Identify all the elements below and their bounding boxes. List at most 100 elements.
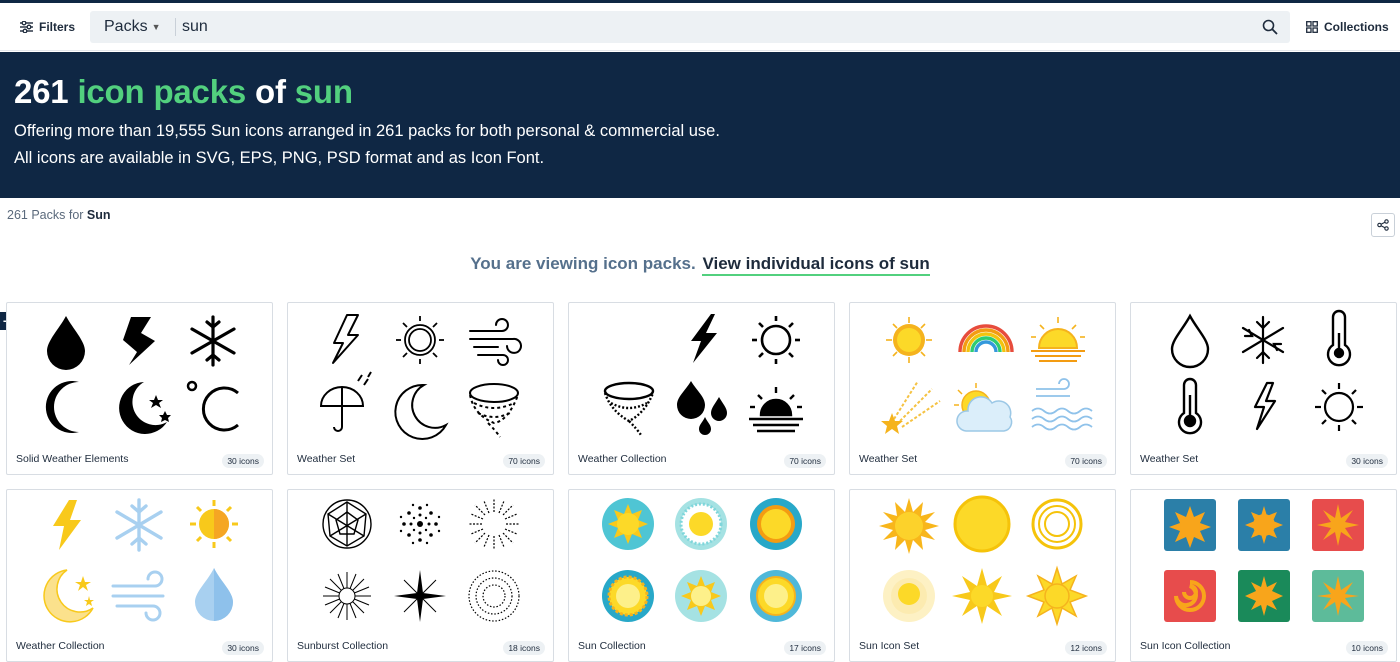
filters-button[interactable]: Filters bbox=[12, 11, 84, 43]
pack-card[interactable]: Sun Collection 17 icons bbox=[568, 489, 835, 662]
pack-name: Sunburst Collection bbox=[297, 640, 389, 652]
share-button[interactable] bbox=[1371, 213, 1395, 237]
collections-button[interactable]: Collections bbox=[1306, 11, 1389, 43]
pack-name: Weather Collection bbox=[578, 453, 667, 465]
sun-spiky-icon bbox=[879, 498, 939, 554]
pack-preview bbox=[319, 314, 522, 440]
sunset-color-icon bbox=[1031, 317, 1085, 362]
pack-count-badge: 12 icons bbox=[1065, 641, 1107, 655]
pack-name: Weather Set bbox=[859, 453, 918, 465]
sun-color-icon bbox=[886, 317, 932, 363]
sun-tile-icon bbox=[1164, 570, 1216, 622]
raindrops-icon bbox=[677, 381, 727, 435]
pack-count-badge: 30 icons bbox=[222, 641, 264, 655]
sun-glow-icon bbox=[883, 570, 935, 622]
sun-star-outline-icon bbox=[1025, 565, 1089, 627]
caret-down-icon: ▼ bbox=[151, 22, 161, 32]
moon-stars-icon bbox=[119, 382, 171, 434]
pack-preview bbox=[1164, 499, 1364, 622]
sun-tile-icon bbox=[1312, 570, 1364, 622]
sun-badge-icon bbox=[750, 498, 802, 550]
sun-disc-icon bbox=[953, 495, 1011, 553]
search-type-dropdown[interactable]: Packs ▼ bbox=[104, 11, 161, 43]
viewing-notice: You are viewing icon packs. View individ… bbox=[0, 254, 1400, 276]
pack-card[interactable]: Weather Set 30 icons bbox=[1130, 302, 1397, 475]
pack-count-badge: 10 icons bbox=[1346, 641, 1388, 655]
grid-icon bbox=[1306, 21, 1318, 33]
moon-icon bbox=[608, 317, 655, 361]
sun-badge-icon bbox=[675, 498, 727, 550]
sun-tile-icon bbox=[1164, 499, 1216, 551]
lightning-icon bbox=[691, 314, 717, 363]
pack-name: Weather Collection bbox=[16, 640, 105, 652]
sun-tile-icon bbox=[1238, 570, 1290, 622]
geodesic-sphere-icon bbox=[322, 499, 372, 549]
sun-outline-icon bbox=[1315, 383, 1363, 431]
sun-badge-icon bbox=[602, 570, 654, 622]
pack-name: Sun Collection bbox=[578, 640, 646, 652]
tornado-icon bbox=[603, 381, 655, 436]
sun-badge-icon bbox=[675, 570, 727, 622]
search-separator bbox=[175, 18, 176, 36]
sunburst-lines-icon bbox=[323, 572, 371, 620]
sun-badge-icon bbox=[750, 570, 802, 622]
pack-preview bbox=[602, 498, 802, 622]
page-title: 261 icon packs of sun bbox=[14, 73, 353, 110]
hero-banner: 261 icon packs of sun Offering more than… bbox=[0, 52, 1400, 198]
celsius-icon bbox=[186, 380, 239, 432]
sun-half-color-icon bbox=[190, 500, 238, 548]
pack-preview bbox=[881, 317, 1093, 434]
top-bar: Filters Packs ▼ Collections bbox=[0, 3, 1400, 51]
pack-name: Solid Weather Elements bbox=[16, 453, 129, 465]
star-burst-icon bbox=[394, 570, 446, 622]
collections-label: Collections bbox=[1324, 20, 1389, 34]
lightning-outline-icon bbox=[332, 314, 359, 364]
pack-count-badge: 30 icons bbox=[1346, 454, 1388, 468]
pack-card[interactable]: Sun Icon Collection 10 icons bbox=[1130, 489, 1397, 662]
results-count: 261 Packs for Sun bbox=[7, 208, 111, 222]
pack-count-badge: 30 icons bbox=[222, 454, 264, 468]
share-icon bbox=[1377, 219, 1389, 231]
pack-name: Sun Icon Collection bbox=[1140, 640, 1231, 652]
lightning-outline-icon bbox=[1253, 381, 1277, 431]
pack-preview bbox=[603, 314, 803, 436]
search-type-label: Packs bbox=[104, 18, 148, 35]
pack-card[interactable]: Weather Set 70 icons bbox=[287, 302, 554, 475]
pack-count-badge: 70 icons bbox=[503, 454, 545, 468]
pack-name: Sun Icon Set bbox=[859, 640, 920, 652]
wind-color-icon bbox=[111, 570, 165, 622]
sun-icon bbox=[752, 316, 800, 364]
tornado-icon bbox=[469, 383, 519, 438]
snowflake-icon bbox=[190, 315, 236, 367]
sunburst-rays-icon bbox=[468, 498, 520, 550]
filters-label: Filters bbox=[39, 20, 76, 34]
pack-card[interactable]: Solid Weather Elements 30 icons bbox=[6, 302, 273, 475]
pack-card[interactable]: Sun Icon Set 12 icons bbox=[849, 489, 1116, 662]
drop-color-icon bbox=[195, 568, 233, 621]
moon-stars-color-icon bbox=[43, 569, 94, 623]
umbrella-rain-icon bbox=[319, 371, 372, 432]
pack-count-badge: 70 icons bbox=[784, 454, 826, 468]
pack-preview bbox=[322, 498, 520, 622]
hero-description-1: Offering more than 19,555 Sun icons arra… bbox=[14, 122, 720, 140]
thermometer-icon bbox=[1326, 309, 1352, 367]
search-input[interactable] bbox=[182, 11, 1242, 43]
pack-card[interactable]: Weather Set 70 icons bbox=[849, 302, 1116, 475]
waves-wind-icon bbox=[1031, 378, 1093, 431]
sun-star-icon bbox=[952, 568, 1012, 624]
pack-card[interactable]: Weather Collection 30 icons bbox=[6, 489, 273, 662]
lightning-icon bbox=[123, 317, 155, 365]
search-bar: Packs ▼ bbox=[90, 11, 1290, 43]
rainbow-icon bbox=[958, 324, 1014, 353]
sun-cloud-icon bbox=[954, 383, 1013, 432]
crescent-moon-outline-icon bbox=[394, 383, 449, 440]
pack-card[interactable]: Weather Collection 70 icons bbox=[568, 302, 835, 475]
pack-card[interactable]: Sunburst Collection 18 icons bbox=[287, 489, 554, 662]
sun-badge-icon bbox=[602, 498, 654, 550]
view-individual-icons-link[interactable]: View individual icons of sun bbox=[702, 254, 930, 276]
pack-count-badge: 70 icons bbox=[1065, 454, 1107, 468]
pack-count-badge: 18 icons bbox=[503, 641, 545, 655]
search-icon[interactable] bbox=[1262, 19, 1278, 35]
shooting-star-icon bbox=[881, 380, 941, 434]
sun-outline-icon bbox=[396, 316, 444, 364]
